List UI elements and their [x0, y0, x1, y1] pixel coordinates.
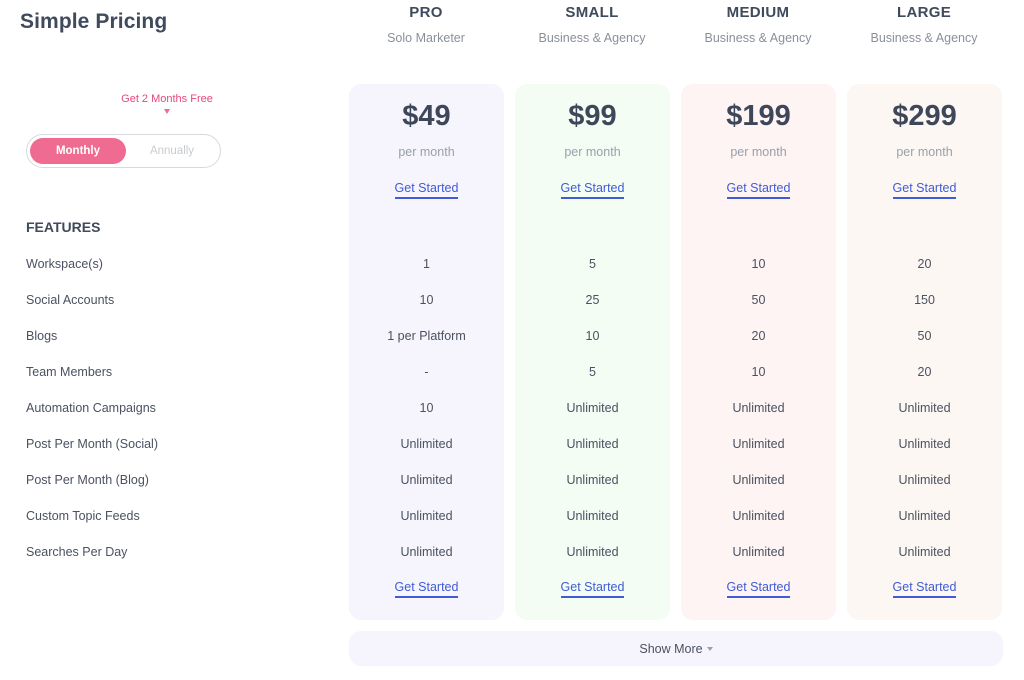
plan-header: PRO Solo Marketer — [348, 0, 504, 45]
plan-card: $99 per month Get Started 5 25 10 5 Unlimited Un… — [515, 84, 670, 620]
feature-value: 20 — [751, 329, 766, 343]
get-started-button[interactable]: Get Started — [892, 580, 957, 598]
plan-period: per month — [896, 145, 953, 159]
show-more-button[interactable]: Show More — [349, 631, 1003, 666]
plan-name: SMALL — [565, 4, 619, 21]
plan-price: $299 — [892, 100, 957, 132]
feature-label: Post Per Month (Blog) — [26, 473, 149, 487]
feature-value: 50 — [751, 293, 766, 307]
feature-value: 1 — [423, 257, 430, 271]
feature-label: Custom Topic Feeds — [26, 509, 140, 523]
feature-value: Unlimited — [566, 401, 619, 415]
page-title: Simple Pricing — [20, 10, 168, 33]
plan-price: $49 — [402, 100, 451, 132]
plan-header: LARGE Business & Agency — [846, 0, 1002, 45]
feature-value: Unlimited — [400, 437, 453, 451]
feature-value: Unlimited — [566, 545, 619, 559]
feature-label: Post Per Month (Social) — [26, 437, 158, 451]
get-started-button[interactable]: Get Started — [726, 580, 791, 598]
plan-subtitle: Solo Marketer — [387, 31, 465, 45]
feature-value: Unlimited — [732, 509, 785, 523]
feature-value: Unlimited — [732, 473, 785, 487]
feature-value: Unlimited — [898, 545, 951, 559]
get-started-button[interactable]: Get Started — [560, 580, 625, 598]
promo-text: Get 2 Months Free — [121, 93, 213, 105]
features-heading: FEATURES — [26, 219, 101, 235]
feature-value: Unlimited — [898, 509, 951, 523]
feature-value: Unlimited — [732, 401, 785, 415]
plan-name: LARGE — [897, 4, 951, 21]
feature-value: 5 — [589, 257, 596, 271]
plan-name: PRO — [409, 4, 443, 21]
promo-arrow-icon — [164, 109, 170, 114]
get-started-button[interactable]: Get Started — [394, 181, 459, 199]
feature-value: Unlimited — [898, 401, 951, 415]
feature-value: 50 — [917, 329, 932, 343]
toggle-annually[interactable]: Annually — [124, 138, 220, 164]
plan-name: MEDIUM — [726, 4, 790, 21]
plan-price: $99 — [568, 100, 617, 132]
feature-value: Unlimited — [898, 473, 951, 487]
feature-value: Unlimited — [566, 509, 619, 523]
plan-card: $199 per month Get Started 10 50 20 10 Unlimite… — [681, 84, 836, 620]
feature-value: 5 — [589, 365, 596, 379]
feature-value: 10 — [419, 293, 434, 307]
plan-subtitle: Business & Agency — [538, 31, 646, 45]
feature-value: 10 — [585, 329, 600, 343]
feature-value: - — [424, 365, 429, 379]
toggle-monthly[interactable]: Monthly — [30, 138, 126, 164]
plan-card: $299 per month Get Started 20 150 50 20 Unlimit… — [847, 84, 1002, 620]
feature-value: 150 — [914, 293, 935, 307]
feature-value: Unlimited — [566, 473, 619, 487]
plan-price: $199 — [726, 100, 791, 132]
plan-card: $49 per month Get Started 1 10 1 per Platform… — [349, 84, 504, 620]
feature-value: Unlimited — [400, 509, 453, 523]
plan-period: per month — [730, 145, 787, 159]
plan-header: SMALL Business & Agency — [514, 0, 670, 45]
feature-value: Unlimited — [400, 545, 453, 559]
feature-value: 10 — [751, 257, 766, 271]
get-started-button[interactable]: Get Started — [726, 181, 791, 199]
show-more-label: Show More — [639, 641, 703, 656]
get-started-button[interactable]: Get Started — [560, 181, 625, 199]
feature-value: Unlimited — [566, 437, 619, 451]
feature-label: Workspace(s) — [26, 257, 103, 271]
get-started-button[interactable]: Get Started — [892, 181, 957, 199]
feature-value: 20 — [917, 365, 932, 379]
plan-period: per month — [564, 145, 621, 159]
plan-period: per month — [398, 145, 455, 159]
feature-label: Blogs — [26, 329, 58, 343]
feature-value: 20 — [917, 257, 932, 271]
feature-label: Social Accounts — [26, 293, 115, 307]
feature-label: Automation Campaigns — [26, 401, 156, 415]
plan-header: MEDIUM Business & Agency — [680, 0, 836, 45]
feature-value: 1 per Platform — [387, 329, 466, 343]
feature-value: 10 — [751, 365, 766, 379]
feature-value: Unlimited — [898, 437, 951, 451]
plan-subtitle: Business & Agency — [870, 31, 978, 45]
feature-value: 10 — [419, 401, 434, 415]
feature-label: Searches Per Day — [26, 545, 128, 559]
feature-value: Unlimited — [732, 437, 785, 451]
plan-subtitle: Business & Agency — [704, 31, 812, 45]
billing-toggle[interactable]: Monthly Annually — [26, 134, 221, 168]
get-started-button[interactable]: Get Started — [394, 580, 459, 598]
caret-down-icon — [706, 646, 713, 651]
feature-value: Unlimited — [732, 545, 785, 559]
feature-value: Unlimited — [400, 473, 453, 487]
feature-value: 25 — [585, 293, 600, 307]
feature-label: Team Members — [26, 365, 113, 379]
